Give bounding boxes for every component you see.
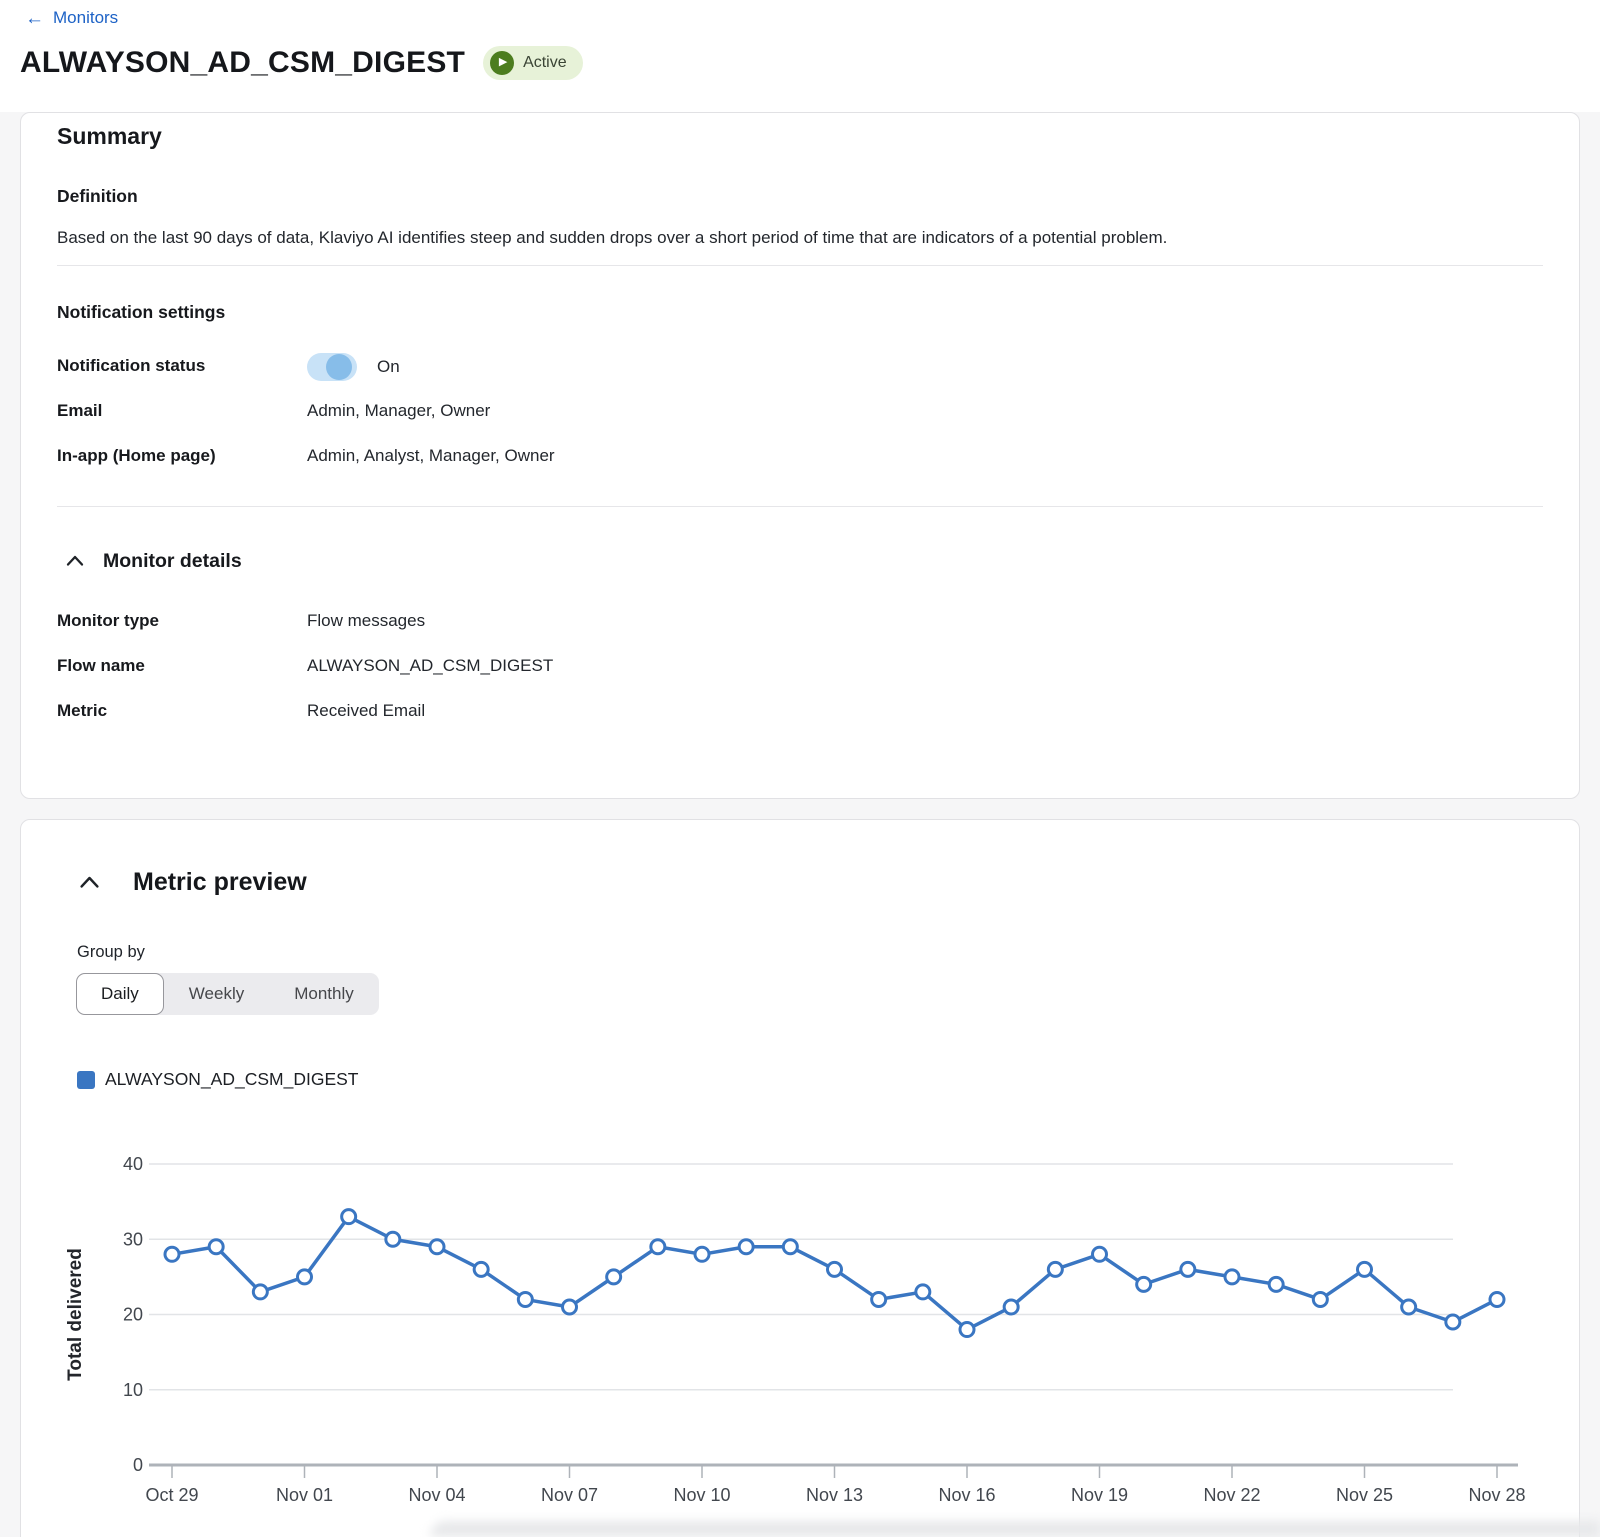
notification-status-value: On	[377, 357, 400, 377]
chevron-up-icon	[63, 549, 87, 573]
group-by-monthly-button[interactable]: Monthly	[269, 973, 379, 1015]
active-play-icon: ▶	[490, 51, 514, 75]
svg-text:Nov 13: Nov 13	[806, 1485, 863, 1505]
page-content: Summary Definition Based on the last 90 …	[0, 112, 1600, 1537]
svg-text:30: 30	[123, 1229, 143, 1249]
monitor-type-value: Flow messages	[307, 611, 425, 631]
svg-text:0: 0	[133, 1455, 143, 1475]
notification-status-label: Notification status	[57, 356, 307, 376]
svg-text:Nov 10: Nov 10	[673, 1485, 730, 1505]
divider	[57, 265, 1543, 266]
chart-area: 0 10 20 30 40 Oct 29 Nov 01 Nov 04 Nov 07 Nov 10 N…	[21, 1133, 1579, 1533]
summary-card: Summary Definition Based on the last 90 …	[20, 112, 1580, 799]
metric-line-chart: 0 10 20 30 40 Oct 29 Nov 01 Nov 04 Nov 07 Nov 10 N…	[21, 1133, 1579, 1533]
summary-title: Summary	[57, 123, 1543, 150]
svg-text:10: 10	[123, 1380, 143, 1400]
svg-text:Nov 16: Nov 16	[938, 1485, 995, 1505]
toggle-knob	[326, 354, 352, 380]
page-title: ALWAYSON_AD_CSM_DIGEST	[20, 46, 465, 80]
back-to-monitors-link[interactable]: ← Monitors	[25, 8, 118, 28]
svg-text:20: 20	[123, 1305, 143, 1325]
metric-preview-card: Metric preview Group by Daily Weekly Mon…	[20, 819, 1580, 1537]
svg-text:Total delivered: Total delivered	[65, 1248, 86, 1381]
svg-text:Nov 04: Nov 04	[408, 1485, 465, 1505]
definition-text: Based on the last 90 days of data, Klavi…	[57, 227, 1543, 249]
metric-preview-collapse-button[interactable]	[76, 869, 103, 896]
page-header: ← Monitors ALWAYSON_AD_CSM_DIGEST ▶ Acti…	[0, 0, 1600, 112]
metric-row: Metric Received Email	[57, 701, 1543, 746]
group-by-weekly-button[interactable]: Weekly	[164, 973, 269, 1015]
email-label: Email	[57, 401, 307, 421]
group-by-control: Daily Weekly Monthly	[76, 973, 379, 1015]
chart-legend: ALWAYSON_AD_CSM_DIGEST	[77, 1069, 1579, 1090]
status-badge-label: Active	[523, 54, 567, 72]
notification-status-toggle[interactable]	[307, 353, 357, 381]
svg-text:Nov 22: Nov 22	[1203, 1485, 1260, 1505]
definition-heading: Definition	[57, 186, 1543, 207]
group-by-label: Group by	[77, 943, 1579, 962]
monitor-type-label: Monitor type	[57, 611, 307, 631]
monitor-details-heading: Monitor details	[103, 550, 242, 573]
back-link-label: Monitors	[53, 8, 118, 28]
inapp-row: In-app (Home page) Admin, Analyst, Manag…	[57, 446, 1543, 491]
back-arrow-icon: ←	[25, 9, 44, 28]
svg-text:Oct 29: Oct 29	[145, 1485, 198, 1505]
inapp-label: In-app (Home page)	[57, 446, 307, 466]
flow-name-row: Flow name ALWAYSON_AD_CSM_DIGEST	[57, 656, 1543, 701]
svg-text:Nov 07: Nov 07	[541, 1485, 598, 1505]
chevron-up-icon	[76, 869, 103, 896]
legend-label: ALWAYSON_AD_CSM_DIGEST	[105, 1069, 359, 1090]
svg-text:Nov 28: Nov 28	[1468, 1485, 1525, 1505]
legend-swatch	[77, 1071, 95, 1089]
status-badge: ▶ Active	[483, 46, 583, 80]
email-value: Admin, Manager, Owner	[307, 401, 490, 421]
metric-label: Metric	[57, 701, 307, 721]
notification-status-row: Notification status On	[57, 356, 1543, 401]
email-row: Email Admin, Manager, Owner	[57, 401, 1543, 446]
bottom-scroll-shade	[430, 1521, 1600, 1537]
svg-text:Nov 01: Nov 01	[276, 1485, 333, 1505]
metric-link[interactable]: Received Email	[307, 701, 425, 721]
inapp-value: Admin, Analyst, Manager, Owner	[307, 446, 555, 466]
flow-name-label: Flow name	[57, 656, 307, 676]
flow-name-link[interactable]: ALWAYSON_AD_CSM_DIGEST	[307, 656, 553, 676]
group-by-daily-button[interactable]: Daily	[76, 973, 164, 1015]
svg-text:Nov 25: Nov 25	[1336, 1485, 1393, 1505]
notification-settings-heading: Notification settings	[57, 302, 1543, 323]
metric-preview-title: Metric preview	[133, 868, 307, 897]
monitor-details-collapse-button[interactable]	[63, 549, 87, 573]
monitor-type-row: Monitor type Flow messages	[57, 611, 1543, 656]
divider	[57, 506, 1543, 507]
svg-text:Nov 19: Nov 19	[1071, 1485, 1128, 1505]
svg-text:40: 40	[123, 1154, 143, 1174]
